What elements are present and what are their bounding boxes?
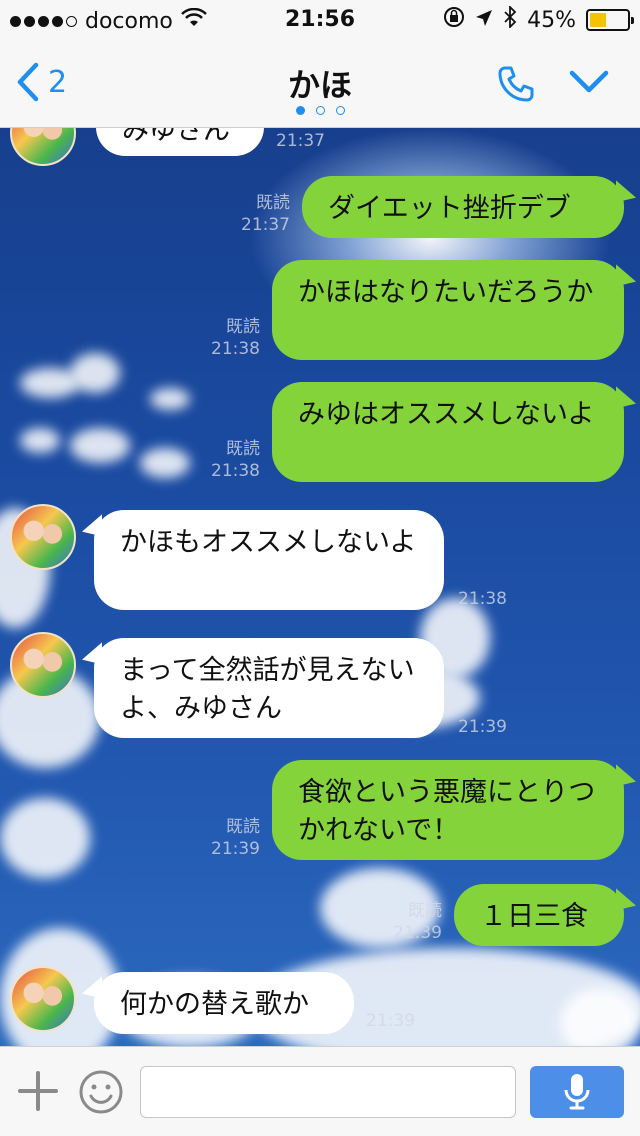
outgoing-message[interactable]: ダイエット挫折デブ xyxy=(302,176,624,238)
phone-icon xyxy=(498,66,534,102)
battery-percent: 45% xyxy=(527,7,576,33)
message-time: 21:39 xyxy=(211,839,260,859)
message-time: 21:37 xyxy=(241,215,290,235)
message-time: 21:37 xyxy=(276,131,325,151)
read-receipt: 既読 xyxy=(256,193,290,213)
chevron-down-icon xyxy=(569,70,609,93)
message-input-bar xyxy=(0,1046,640,1136)
chat-header: 2 かほ xyxy=(0,40,640,128)
emoji-button[interactable] xyxy=(78,1069,124,1119)
microphone-icon xyxy=(564,1074,590,1110)
read-receipt: 既読 xyxy=(226,317,260,337)
message-time: 21:39 xyxy=(393,923,442,943)
outgoing-message[interactable]: かほはなりたいだろうか xyxy=(272,260,624,360)
message-time: 21:38 xyxy=(211,461,260,481)
contact-avatar[interactable] xyxy=(10,504,76,570)
incoming-message[interactable]: みゆさん xyxy=(96,128,264,156)
outgoing-message[interactable]: 食欲という悪魔にとりつかれないで！ xyxy=(272,760,624,860)
call-button[interactable] xyxy=(496,64,536,108)
menu-button[interactable] xyxy=(568,68,610,100)
contact-avatar[interactable] xyxy=(10,128,76,166)
chat-title: かほ xyxy=(287,66,352,104)
incoming-message[interactable]: まって全然話が見えないよ、みゆさん xyxy=(94,638,444,738)
message-time: 21:39 xyxy=(458,717,507,737)
plus-icon xyxy=(18,1071,58,1111)
message-input[interactable] xyxy=(140,1066,516,1118)
orientation-lock-icon xyxy=(443,6,465,34)
contact-avatar[interactable] xyxy=(10,632,76,698)
read-receipt: 既読 xyxy=(226,817,260,837)
contact-avatar[interactable] xyxy=(10,966,76,1032)
read-receipt: 既読 xyxy=(408,901,442,921)
smiley-icon xyxy=(79,1070,123,1114)
incoming-message[interactable]: かほもオススメしないよ xyxy=(94,510,444,610)
page-indicator xyxy=(0,106,640,115)
outgoing-message[interactable]: みゆはオススメしないよ xyxy=(272,382,624,482)
read-receipt: 既読 xyxy=(226,439,260,459)
bluetooth-icon xyxy=(503,4,517,34)
message-time: 21:38 xyxy=(458,589,507,609)
battery-icon xyxy=(586,9,634,31)
incoming-message[interactable]: 何かの替え歌か xyxy=(94,972,354,1034)
location-arrow-icon xyxy=(475,8,493,33)
outgoing-message[interactable]: １日三食 xyxy=(454,884,624,946)
message-time: 21:39 xyxy=(366,1011,415,1031)
add-attachment-button[interactable] xyxy=(18,1071,58,1115)
status-bar: docomo 21:56 45% xyxy=(0,0,640,40)
message-time: 21:38 xyxy=(211,339,260,359)
chat-area[interactable]: みゆさん 21:37 既読 21:37 ダイエット挫折デブ 既読 21:38 か… xyxy=(0,128,640,1046)
voice-input-button[interactable] xyxy=(530,1066,624,1118)
